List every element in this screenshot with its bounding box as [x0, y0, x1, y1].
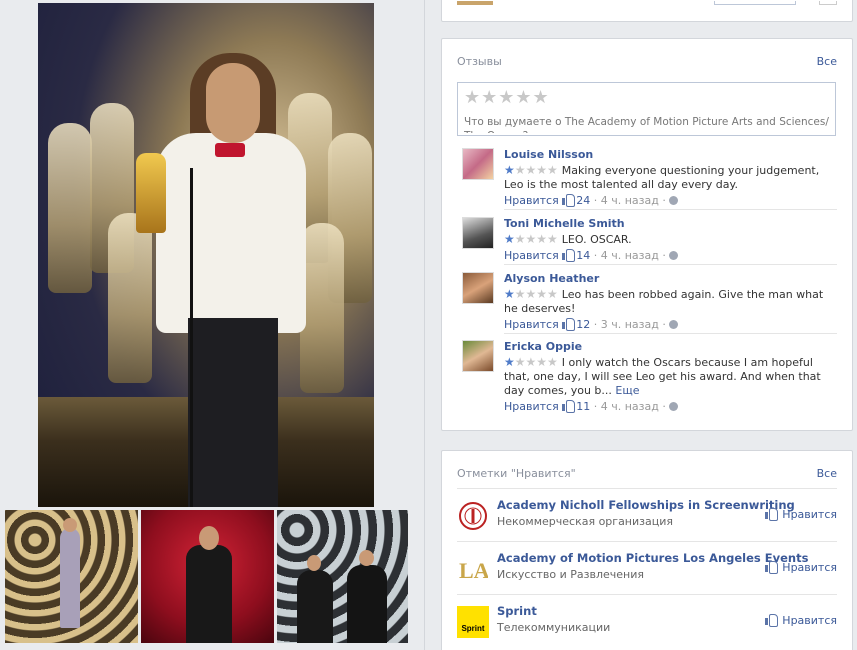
review-rating-stars: ★★★★★ [504, 163, 558, 177]
review-meta: Нравится 12 · 3 ч. назад · [504, 318, 831, 332]
la-logo-icon[interactable]: LA [457, 553, 489, 585]
likes-title: Отметки "Нравится" [457, 467, 576, 480]
like-page-button[interactable]: Нравится [764, 508, 837, 521]
like-link[interactable]: Нравится [504, 400, 559, 413]
thumbs-up-icon [562, 249, 576, 262]
top-panel-fragment [441, 0, 853, 22]
reviewer-name[interactable]: Alyson Heather [504, 272, 831, 286]
review-rating-stars: ★★★★★ [504, 355, 558, 369]
globe-icon [669, 251, 679, 260]
timestamp[interactable]: 4 ч. назад [601, 194, 659, 207]
checkbox[interactable] [819, 1, 837, 5]
reviews-all-link[interactable]: Все [817, 55, 837, 68]
thumbs-up-icon [764, 614, 778, 627]
reviewer-name[interactable]: Louise Nilsson [504, 148, 831, 162]
likes-all-link[interactable]: Все [817, 467, 837, 480]
divider [504, 333, 837, 334]
reviews-header: Отзывы Все [457, 55, 837, 68]
sprint-logo-icon[interactable]: Sprint [457, 606, 489, 638]
photo-column [0, 0, 412, 650]
thumbs-up-icon [562, 400, 576, 413]
reviewer-name[interactable]: Toni Michelle Smith [504, 217, 831, 231]
like-page-button[interactable]: Нравится [764, 614, 837, 627]
like-count[interactable]: 24 [576, 194, 590, 207]
liked-page-item: LA Academy of Motion Pictures Los Angele… [457, 551, 837, 591]
divider [457, 541, 837, 542]
photo-thumbnail[interactable] [141, 510, 274, 643]
divider [457, 488, 837, 489]
avatar[interactable] [462, 340, 494, 372]
review-rating-stars: ★★★★★ [504, 287, 558, 301]
reviewer-name[interactable]: Ericka Oppie [504, 340, 831, 354]
reviews-panel: Отзывы Все ★★★★★ Что вы думаете о The Ac… [441, 38, 853, 431]
divider [457, 594, 837, 595]
liked-page-name[interactable]: Academy of Motion Pictures Los Angeles E… [497, 551, 808, 566]
liked-page-category: Некоммерческая организация [497, 515, 673, 528]
rating-stars[interactable]: ★★★★★ [464, 87, 550, 108]
review-meta: Нравится 14 · 4 ч. назад · [504, 249, 831, 263]
timestamp[interactable]: 3 ч. назад [601, 318, 659, 331]
like-page-button[interactable]: Нравится [764, 561, 837, 574]
sprint-logo-text: Sprint [461, 623, 485, 633]
divider [504, 209, 837, 210]
globe-icon [669, 402, 679, 411]
review-meta: Нравится 11 · 4 ч. назад · [504, 400, 831, 414]
review-rating-stars: ★★★★★ [504, 232, 558, 246]
divider [504, 264, 837, 265]
search-input[interactable] [714, 1, 796, 5]
like-link[interactable]: Нравится [504, 318, 559, 331]
avatar[interactable] [462, 272, 494, 304]
friend-avatar [457, 1, 493, 5]
review-meta: Нравится 24 · 4 ч. назад · [504, 194, 831, 208]
like-count[interactable]: 14 [576, 249, 590, 262]
timestamp[interactable]: 4 ч. назад [601, 249, 659, 262]
like-link[interactable]: Нравится [504, 194, 559, 207]
column-divider [424, 0, 425, 650]
svg-text:LA: LA [459, 558, 488, 583]
thumbs-up-icon [562, 318, 576, 331]
liked-page-name[interactable]: Sprint [497, 604, 537, 619]
review-text: LEO. OSCAR. [561, 233, 632, 246]
like-link[interactable]: Нравится [504, 249, 559, 262]
like-count[interactable]: 12 [576, 318, 590, 331]
avatar[interactable] [462, 217, 494, 249]
globe-icon [669, 196, 679, 205]
liked-page-item: Sprint Sprint Телекоммуникации Нравится [457, 604, 837, 644]
thumbs-up-icon [562, 194, 576, 207]
likes-panel: Отметки "Нравится" Все Academy Nicholl F… [441, 450, 853, 650]
liked-page-category: Телекоммуникации [497, 621, 611, 634]
avatar[interactable] [462, 148, 494, 180]
review-prompt: Что вы думаете о The Academy of Motion P… [464, 116, 829, 133]
likes-header: Отметки "Нравится" Все [457, 467, 837, 480]
review-input[interactable]: ★★★★★ Что вы думаете о The Academy of Mo… [457, 82, 836, 136]
academy-seal-icon[interactable] [457, 500, 489, 532]
globe-icon [669, 320, 679, 329]
timestamp[interactable]: 4 ч. назад [601, 400, 659, 413]
liked-page-name[interactable]: Academy Nicholl Fellowships in Screenwri… [497, 498, 795, 513]
photo-thumbnail[interactable] [277, 510, 408, 643]
photo-thumbnail[interactable] [5, 510, 138, 643]
thumbs-up-icon [764, 508, 778, 521]
liked-page-category: Искусство и Развлечения [497, 568, 645, 581]
main-photo[interactable] [38, 3, 374, 507]
see-more-link[interactable]: Еще [615, 384, 639, 397]
thumbs-up-icon [764, 561, 778, 574]
reviews-title: Отзывы [457, 55, 502, 68]
like-count[interactable]: 11 [576, 400, 590, 413]
liked-page-item: Academy Nicholl Fellowships in Screenwri… [457, 498, 837, 538]
